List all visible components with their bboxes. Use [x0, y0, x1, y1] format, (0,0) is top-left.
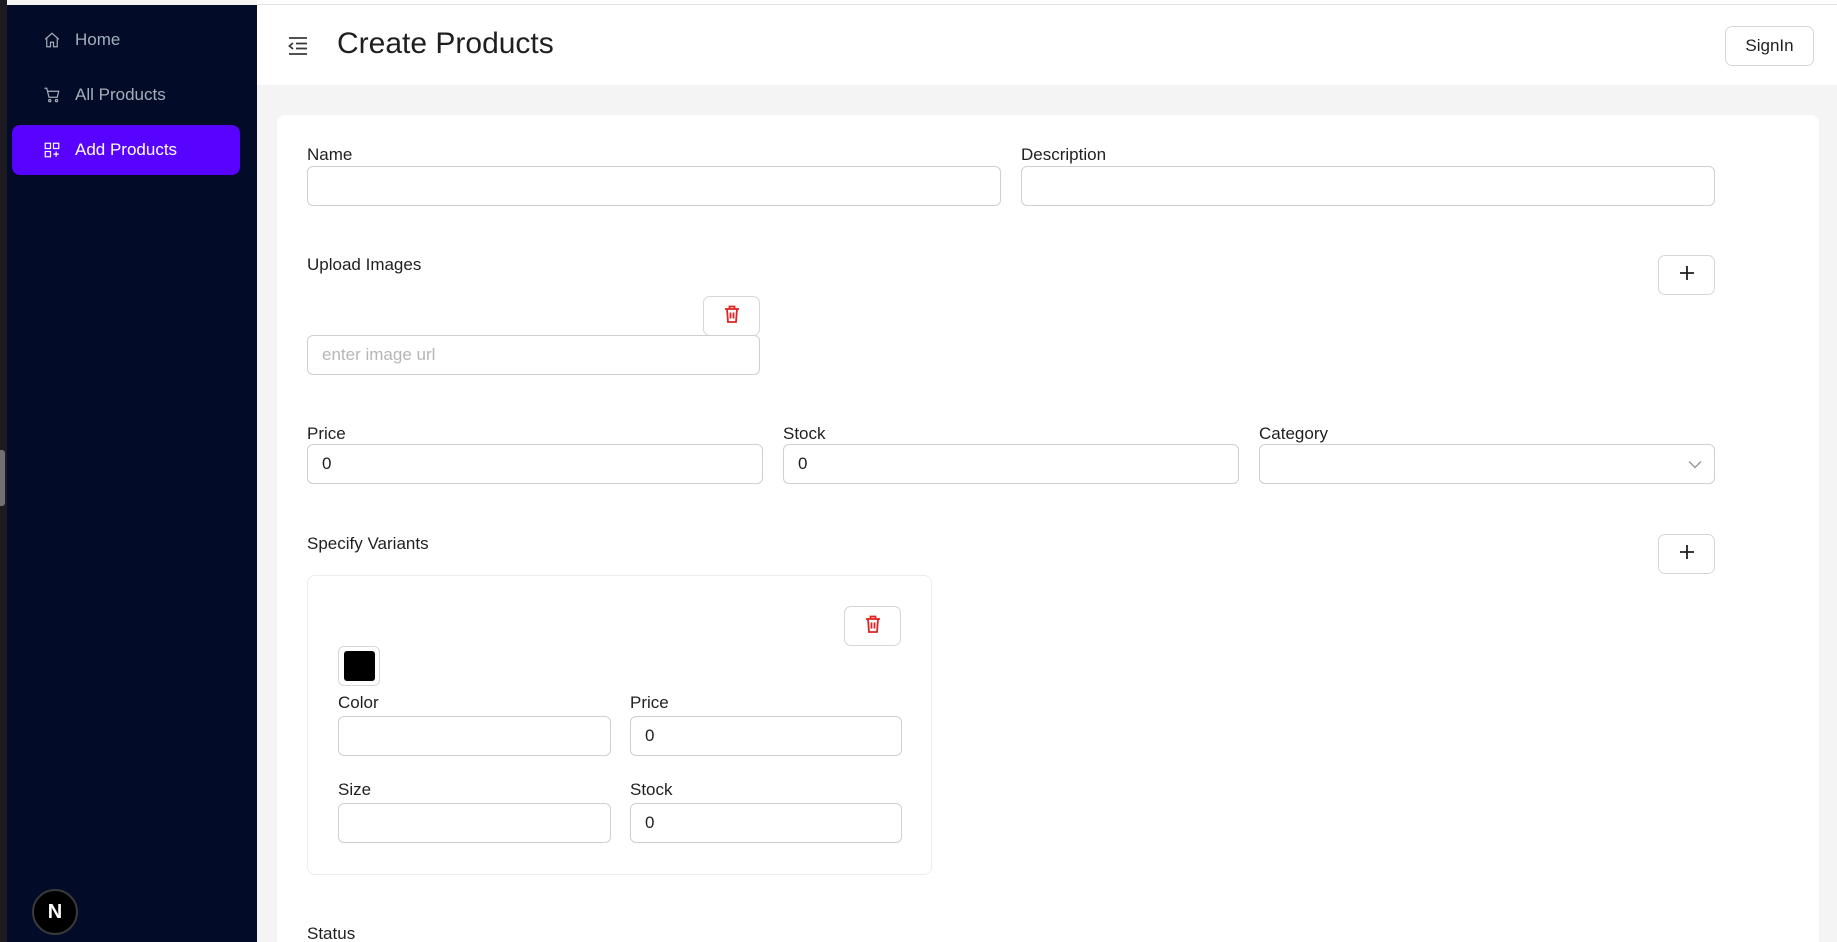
specify-variants-label: Specify Variants [307, 534, 429, 553]
variant-stock-label: Stock [630, 780, 673, 799]
app-logo[interactable]: N [32, 889, 78, 935]
category-label: Category [1259, 424, 1328, 443]
chevron-down-icon [1688, 457, 1702, 476]
menu-collapse-icon[interactable] [287, 36, 309, 56]
sidebar: Home All Products Add Products N [7, 5, 257, 942]
upload-images-label: Upload Images [307, 255, 422, 274]
color-swatch [343, 651, 375, 681]
grid-add-icon [42, 140, 62, 160]
variant-card: Color Price Size Stock [307, 575, 932, 875]
variant-color-label: Color [338, 693, 379, 712]
plus-icon [1678, 264, 1696, 287]
signin-button[interactable]: SignIn [1725, 26, 1814, 66]
name-input[interactable] [307, 166, 1001, 206]
trash-icon [724, 305, 740, 328]
delete-variant-button[interactable] [844, 606, 901, 646]
add-image-button[interactable] [1658, 255, 1715, 295]
variant-stock-input[interactable] [630, 803, 902, 843]
price-label: Price [307, 424, 346, 443]
status-label: Status [307, 924, 356, 942]
home-icon [42, 30, 62, 50]
variant-price-label: Price [630, 693, 669, 712]
variant-color-input[interactable] [338, 716, 611, 756]
description-input[interactable] [1021, 166, 1715, 206]
page-title: Create Products [337, 27, 554, 60]
image-url-input[interactable] [307, 335, 760, 375]
plus-icon [1678, 543, 1696, 566]
stock-input[interactable] [783, 444, 1239, 484]
variant-size-input[interactable] [338, 803, 611, 843]
delete-image-button[interactable] [703, 296, 760, 336]
sidebar-item-add-products[interactable]: Add Products [12, 125, 240, 175]
trash-icon [865, 615, 881, 638]
sidebar-item-label: Add Products [75, 140, 178, 159]
sidebar-item-home[interactable]: Home [12, 15, 240, 65]
cart-icon [42, 85, 62, 105]
category-select[interactable] [1259, 444, 1715, 484]
variant-price-input[interactable] [630, 716, 902, 756]
description-label: Description [1021, 145, 1107, 164]
sidebar-item-label: All Products [75, 85, 166, 104]
variant-size-label: Size [338, 780, 372, 799]
color-picker[interactable] [338, 646, 380, 686]
header: Create Products SignIn [257, 5, 1837, 85]
stock-label: Stock [783, 424, 826, 443]
sidebar-item-all-products[interactable]: All Products [12, 70, 240, 120]
price-input[interactable] [307, 444, 763, 484]
scroll-handle[interactable] [0, 450, 5, 506]
add-variant-button[interactable] [1658, 534, 1715, 574]
sidebar-item-label: Home [75, 30, 121, 49]
name-label: Name [307, 145, 353, 164]
